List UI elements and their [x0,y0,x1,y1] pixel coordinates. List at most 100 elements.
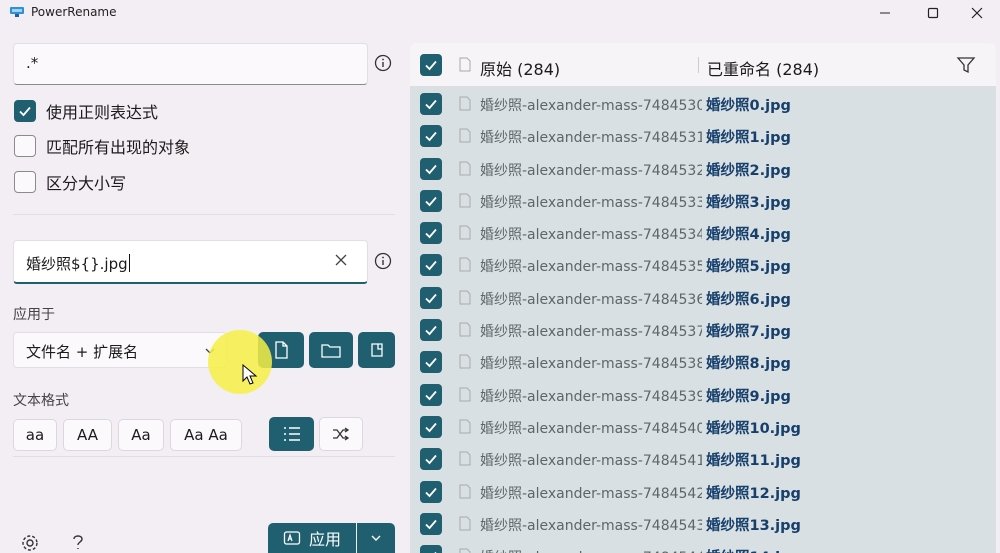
row-checkbox[interactable] [420,254,442,277]
randomize-button[interactable] [319,417,363,451]
powerrename-app-icon [10,7,24,17]
row-checkbox[interactable] [420,383,442,406]
checkmark-icon [425,99,437,110]
row-checkbox[interactable] [420,222,442,245]
enumerate-items-button[interactable] [269,417,314,451]
minimize-button[interactable] [862,2,908,24]
row-checkbox[interactable] [420,157,442,180]
row-checkbox[interactable] [420,448,442,471]
checkmark-icon [425,60,437,71]
file-icon [459,548,471,553]
help-icon[interactable] [70,533,86,553]
checkmark-icon [425,196,437,207]
original-filename: 婚纱照-alexander-mass-7484541.jpg [480,453,702,470]
row-checkbox[interactable] [420,319,442,342]
row-checkbox[interactable] [420,93,442,115]
list-item[interactable]: 婚纱照-alexander-mass-7484537.jpg婚纱照7.jpg [410,314,996,346]
original-filename: 婚纱照-alexander-mass-7484540.jpg [480,420,702,437]
list-item[interactable]: 婚纱照-alexander-mass-7484536.jpg婚纱照6.jpg [410,282,996,314]
checkmark-icon [434,552,437,553]
text-format-label: 文本格式 [13,393,69,409]
row-checkbox[interactable] [420,351,442,374]
list-item[interactable]: 婚纱照-alexander-mass-7484532.jpg婚纱照2.jpg [410,153,996,185]
original-filename: 婚纱照-alexander-mass-7484530.jpg [480,98,702,114]
close-button[interactable] [954,2,1000,24]
rename-icon [283,531,301,545]
case-sensitive-checkbox[interactable]: 区分大小写 [14,170,126,194]
info-icon[interactable] [374,252,392,270]
clear-icon[interactable] [333,252,349,268]
checkmark-icon [425,261,437,271]
list-item[interactable]: 婚纱照-alexander-mass-7484538.jpg婚纱照8.jpg [410,346,996,378]
column-divider[interactable] [698,57,699,73]
select-all-checkbox[interactable] [420,54,442,76]
original-filename: 婚纱照-alexander-mass-7484531.jpg [480,130,702,147]
list-item[interactable]: 婚纱照-alexander-mass-7484535.jpg婚纱照5.jpg [410,249,996,281]
include-folders-button[interactable] [309,332,353,368]
apply-to-label: 应用于 [13,307,55,323]
original-column-header[interactable]: 原始 (284) [480,56,560,80]
apply-to-dropdown[interactable]: 文件名 + 扩展名 [13,332,227,368]
renamed-filename: 婚纱照4.jpg [706,227,791,244]
list-item[interactable]: 婚纱照-alexander-mass-7484544.jpg 婚纱照14.jpg [410,540,996,553]
apply-to-selected: 文件名 + 扩展名 [26,343,139,361]
original-filename: 婚纱照-alexander-mass-7484539.jpg [480,388,702,405]
lowercase-button[interactable]: aa [13,419,57,451]
info-icon[interactable] [374,54,392,72]
settings-gear-icon[interactable] [20,533,40,553]
use-regex-checkbox[interactable]: 使用正则表达式 [14,99,158,123]
search-input[interactable]: .* [13,43,368,85]
renamed-column-header[interactable]: 已重命名 (284) [707,56,819,80]
capitalize-words-button[interactable]: Aa Aa [170,419,242,451]
apply-options-dropdown[interactable] [357,523,395,553]
match-all-checkbox[interactable]: 匹配所有出现的对象 [14,134,190,158]
row-checkbox[interactable] [420,189,442,212]
renamed-filename: 婚纱照5.jpg [706,259,791,276]
list-item[interactable]: 婚纱照-alexander-mass-7484539.jpg婚纱照9.jpg [410,379,996,411]
row-checkbox[interactable] [420,125,442,148]
checkbox-checked[interactable] [14,100,36,122]
close-icon [971,7,983,19]
subfolder-icon [370,343,383,357]
filter-icon[interactable] [956,56,976,74]
uppercase-button[interactable]: AA [63,419,112,451]
preview-list: 原始 (284) 已重命名 (284) 婚纱照-alexander-mass-7… [410,43,996,553]
renamed-filename: 婚纱照7.jpg [706,324,791,341]
replace-input-value: 婚纱照${}.jpg [26,253,130,274]
list-item[interactable]: 婚纱照-alexander-mass-7484543.jpg婚纱照13.jpg [410,508,996,540]
list-item[interactable]: 婚纱照-alexander-mass-7484530.jpg婚纱照0.jpg [410,88,996,120]
checkmark-icon [425,487,437,497]
match-all-label: 匹配所有出现的对象 [46,138,191,157]
file-icon [459,419,471,434]
renamed-filename: 婚纱照14.jpg [706,546,801,553]
checkmark-icon [425,519,437,530]
row-checkbox[interactable] [420,415,442,438]
list-item[interactable]: 婚纱照-alexander-mass-7484540.jpg婚纱照10.jpg [410,411,996,443]
list-item[interactable]: 婚纱照-alexander-mass-7484533.jpg婚纱照3.jpg [410,185,996,217]
titlecase-button[interactable]: Aa [118,419,164,451]
original-filename: 婚纱照-alexander-mass-7484537.jpg [480,324,702,341]
file-icon [459,451,471,466]
row-checkbox[interactable] [420,512,442,535]
list-item[interactable]: 婚纱照-alexander-mass-7484534.jpg婚纱照4.jpg [410,217,996,249]
row-checkbox[interactable] [420,545,442,553]
row-checkbox[interactable] [420,286,442,309]
replace-input[interactable]: 婚纱照${}.jpg [13,240,368,284]
checkbox-unchecked[interactable] [14,171,36,193]
checkbox-unchecked[interactable] [14,135,36,157]
checkmark-icon [425,455,437,465]
original-filename: 婚纱照-alexander-mass-7484543.jpg [480,517,702,534]
checkmark-icon [425,293,437,304]
renamed-filename: 婚纱照9.jpg [706,388,791,405]
apply-button[interactable]: 应用 [268,523,356,553]
row-checkbox[interactable] [420,480,442,503]
original-filename: 婚纱照-alexander-mass-7484538.jpg [480,356,702,373]
file-icon [459,387,471,402]
checkmark-icon [425,325,437,336]
maximize-button[interactable] [910,2,956,24]
list-item[interactable]: 婚纱照-alexander-mass-7484541.jpg婚纱照11.jpg [410,443,996,475]
list-item[interactable]: 婚纱照-alexander-mass-7484542.jpg婚纱照12.jpg [410,476,996,508]
numbered-list-icon [283,427,300,441]
list-item[interactable]: 婚纱照-alexander-mass-7484531.jpg婚纱照1.jpg [410,120,996,152]
include-subfolders-button[interactable] [358,332,395,368]
